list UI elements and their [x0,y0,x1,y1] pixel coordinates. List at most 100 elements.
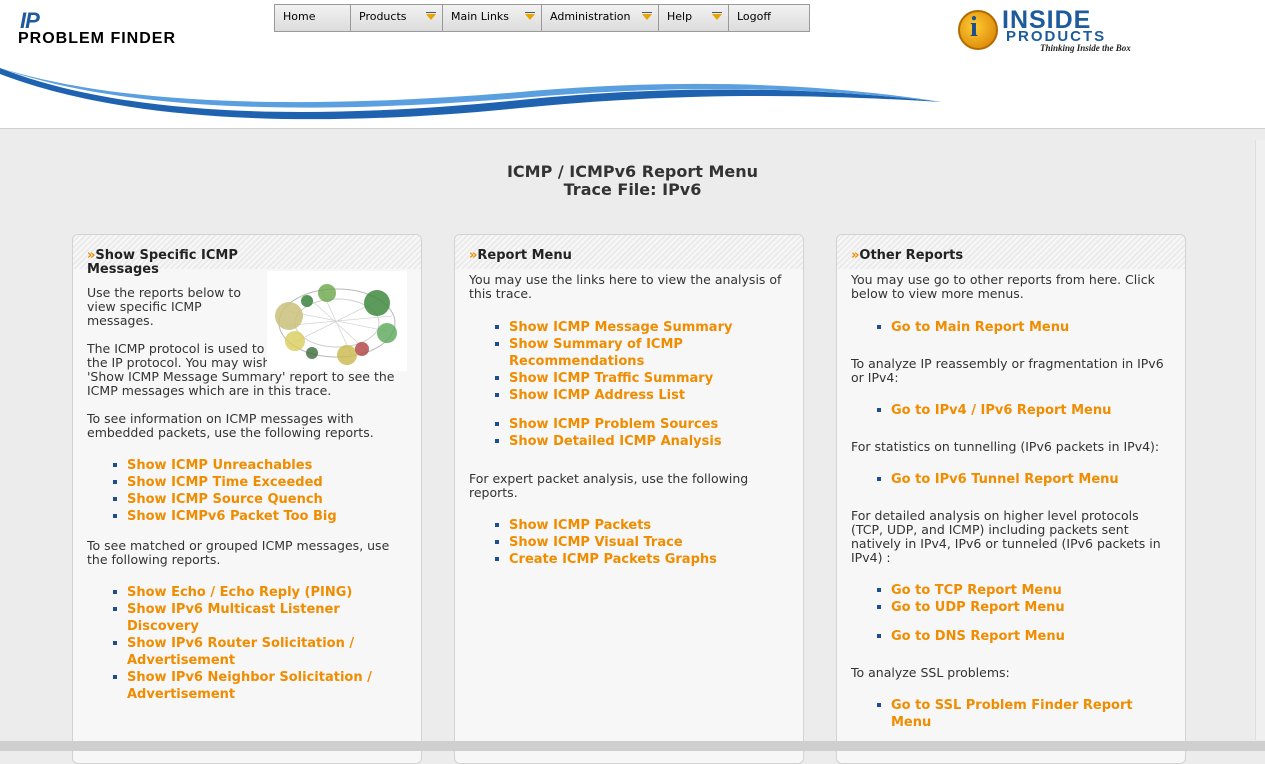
panel-title: »Report Menu [469,249,789,263]
list-item: Go to DNS Report Menu [851,628,1171,645]
list-item: Show Summary of ICMP Recommendations [469,336,789,370]
dropdown-arrow-icon [642,12,652,20]
embedded-links-list: Show ICMP Unreachables Show ICMP Time Ex… [87,457,407,525]
link-ipv6-tunnel-report-menu[interactable]: Go to IPv6 Tunnel Report Menu [891,472,1119,487]
list-item: Show ICMP Address List [469,387,789,404]
nav-help[interactable]: Help [659,5,729,31]
link-ssl-problem-finder-report-menu[interactable]: Go to SSL Problem Finder Report Menu [891,698,1133,730]
right-detail-text: For detailed analysis on higher level pr… [851,508,1161,565]
panel-title-text: Other Reports [859,248,964,263]
ssl-link-list: Go to SSL Problem Finder Report Menu [851,697,1171,731]
horizontal-scrollbar[interactable] [0,741,1265,751]
inside-products-logo: i INSIDE PRODUCTS Thinking Inside the Bo… [958,6,1158,56]
tunnel-link-list: Go to IPv6 Tunnel Report Menu [851,471,1171,488]
link-icmp-visual-trace[interactable]: Show ICMP Visual Trace [509,535,683,550]
panel-title-text: Report Menu [477,248,572,263]
link-icmp-address-list[interactable]: Show ICMP Address List [509,388,685,403]
page-title-line2: Trace File: IPv6 [563,180,702,199]
link-tcp-report-menu[interactable]: Go to TCP Report Menu [891,583,1062,598]
link-udp-report-menu[interactable]: Go to UDP Report Menu [891,600,1065,615]
left-intro: Use the reports below to view specific I… [87,285,241,328]
middle-expert-text: For expert packet analysis, use the foll… [469,471,749,500]
link-icmp-packets[interactable]: Show ICMP Packets [509,518,651,533]
page-title-line1: ICMP / ICMPv6 Report Menu [506,162,759,181]
nav-logoff-label: Logoff [737,10,771,23]
logo-product-name: PROBLEM FINDER [18,30,176,47]
brand-i-glyph: i [970,12,978,43]
nav-products[interactable]: Products [351,5,443,31]
left-embedded-text: To see information on ICMP messages with… [87,411,374,440]
list-item: Show ICMP Visual Trace [469,534,789,551]
list-item: Go to SSL Problem Finder Report Menu [851,697,1171,731]
list-item: Show ICMP Packets [469,517,789,534]
dns-link-list: Go to DNS Report Menu [851,628,1171,645]
right-tunnel-text: For statistics on tunnelling (IPv6 packe… [851,439,1160,454]
panel-specific-icmp: »Show Specific ICMP Messages Use the rep… [72,234,422,764]
link-icmp-traffic-summary[interactable]: Show ICMP Traffic Summary [509,371,713,386]
link-icmp-recommendations[interactable]: Show Summary of ICMP Recommendations [509,337,683,369]
nav-help-label: Help [667,10,693,23]
nav-administration-label: Administration [550,10,631,23]
list-item: Show ICMPv6 Packet Too Big [87,508,407,525]
grouped-links-list: Show Echo / Echo Reply (PING) Show IPv6 … [87,584,407,703]
nav-products-label: Products [359,10,407,23]
link-router-solicitation[interactable]: Show IPv6 Router Solicitation / Advertis… [127,636,354,668]
panel-body: »Report Menu You may use the links here … [469,249,789,568]
list-item: Go to IPv6 Tunnel Report Menu [851,471,1171,488]
link-neighbor-solicitation[interactable]: Show IPv6 Neighbor Solicitation / Advert… [127,670,372,702]
list-item: Show Echo / Echo Reply (PING) [87,584,407,601]
link-main-report-menu[interactable]: Go to Main Report Menu [891,320,1069,335]
vertical-scrollbar[interactable] [1255,140,1265,740]
link-icmp-time-exceeded[interactable]: Show ICMP Time Exceeded [127,475,323,490]
link-ipv4-ipv6-report-menu[interactable]: Go to IPv4 / IPv6 Report Menu [891,403,1111,418]
link-icmp-problem-sources[interactable]: Show ICMP Problem Sources [509,417,718,432]
network-graph-image [267,271,407,371]
dropdown-arrow-icon [426,12,436,20]
brand-tagline: Thinking Inside the Box [1040,43,1131,53]
link-icmp-packets-graphs[interactable]: Create ICMP Packets Graphs [509,552,717,567]
link-icmp-message-summary[interactable]: Show ICMP Message Summary [509,320,732,335]
link-icmp-source-quench[interactable]: Show ICMP Source Quench [127,492,323,507]
list-item: Go to TCP Report Menu [851,582,1171,599]
panel-title: »Show Specific ICMP Messages [87,249,257,277]
list-item: Show IPv6 Router Solicitation / Advertis… [87,635,407,669]
right-intro: You may use go to other reports from her… [851,272,1155,301]
link-icmpv6-packet-too-big[interactable]: Show ICMPv6 Packet Too Big [127,509,337,524]
list-item: Show ICMP Problem Sources [469,416,789,433]
brand-circle-icon [958,10,998,50]
header: IP PROBLEM FINDER Home Products Main Lin… [0,0,1265,129]
nav-main-links[interactable]: Main Links [443,5,542,31]
problem-links-list: Show ICMP Problem Sources Show Detailed … [469,416,789,450]
list-item: Show Detailed ICMP Analysis [469,433,789,450]
middle-intro: You may use the links here to view the a… [469,272,782,301]
ipv4ipv6-link-list: Go to IPv4 / IPv6 Report Menu [851,402,1171,419]
list-item: Show ICMP Message Summary [469,319,789,336]
list-item: Show IPv6 Multicast Listener Discovery [87,601,407,635]
protocol-links-list: Go to TCP Report Menu Go to UDP Report M… [851,582,1171,616]
panel-body: »Other Reports You may use go to other r… [851,249,1171,731]
link-echo-ping[interactable]: Show Echo / Echo Reply (PING) [127,585,352,600]
list-item: Go to UDP Report Menu [851,599,1171,616]
list-item: Create ICMP Packets Graphs [469,551,789,568]
panel-title: »Other Reports [851,249,1171,263]
packet-links-list: Show ICMP Packets Show ICMP Visual Trace… [469,517,789,568]
page-title: ICMP / ICMPv6 Report Menu Trace File: IP… [0,163,1265,199]
nav-home[interactable]: Home [275,5,351,31]
panel-title-text: Show Specific ICMP Messages [87,248,238,277]
list-item: Show ICMP Time Exceeded [87,474,407,491]
panel-other-reports: »Other Reports You may use go to other r… [836,234,1186,764]
main-link-list: Go to Main Report Menu [851,319,1171,336]
link-multicast-listener[interactable]: Show IPv6 Multicast Listener Discovery [127,602,340,634]
nav-logoff[interactable]: Logoff [729,5,809,31]
link-dns-report-menu[interactable]: Go to DNS Report Menu [891,629,1065,644]
nav-administration[interactable]: Administration [542,5,659,31]
list-item: Go to Main Report Menu [851,319,1171,336]
list-item: Show ICMP Traffic Summary [469,370,789,387]
nav-main-links-label: Main Links [451,10,510,23]
header-swoosh [0,68,942,120]
left-grouped-text: To see matched or grouped ICMP messages,… [87,538,390,567]
nav-home-label: Home [283,10,316,23]
link-detailed-icmp-analysis[interactable]: Show Detailed ICMP Analysis [509,434,722,449]
analysis-links-list: Show ICMP Message Summary Show Summary o… [469,319,789,404]
link-icmp-unreachables[interactable]: Show ICMP Unreachables [127,458,312,473]
